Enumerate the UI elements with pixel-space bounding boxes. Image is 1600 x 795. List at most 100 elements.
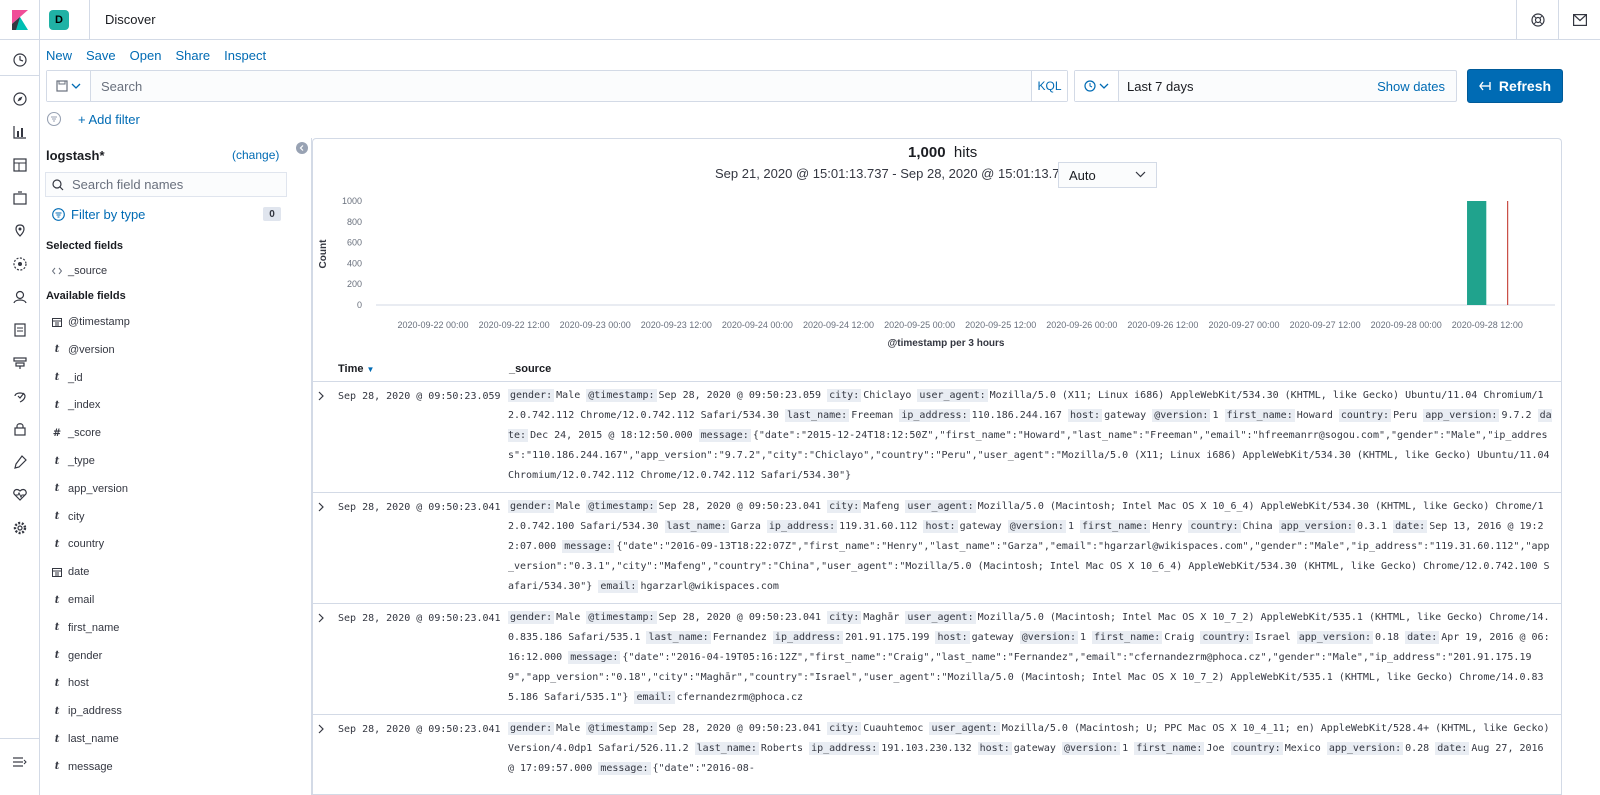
quick-menu-button[interactable] [1075, 71, 1119, 101]
space-selector[interactable]: D [40, 0, 90, 40]
field-name: country [68, 538, 105, 551]
add-filter-link[interactable]: + Add filter [78, 112, 140, 127]
expand-row-icon[interactable] [318, 613, 324, 626]
y-axis-title: Count [318, 239, 329, 269]
row-source: gender: Male @timestamp: Sep 28, 2020 @ 09… [508, 386, 1553, 486]
logs-icon[interactable] [10, 320, 30, 340]
source-field-value: Henry [1152, 521, 1183, 532]
y-tick-label: 800 [347, 217, 362, 227]
monitoring-heart-icon[interactable] [10, 485, 30, 505]
field-item[interactable]: t _index [52, 395, 101, 415]
date-range-label[interactable]: Last 7 days [1119, 79, 1377, 94]
show-dates-link[interactable]: Show dates [1377, 79, 1456, 94]
field-item[interactable]: t _id [52, 368, 83, 388]
expand-row-icon[interactable] [318, 502, 324, 515]
search-input[interactable] [91, 71, 1031, 101]
ml-icon[interactable] [10, 254, 30, 274]
selected-fields-title: Selected fields [46, 240, 124, 252]
management-gear-icon[interactable] [10, 518, 30, 538]
field-item[interactable]: t email [52, 590, 95, 610]
field-item[interactable]: t _type [52, 451, 95, 471]
siem-icon[interactable] [10, 287, 30, 307]
x-tick-label: 2020-09-25 12:00 [965, 320, 1036, 330]
sort-down-icon[interactable]: ▼ [367, 365, 375, 374]
x-tick-label: 2020-09-26 12:00 [1127, 320, 1198, 330]
field-name: last_name [68, 733, 119, 745]
help-icon[interactable] [1516, 0, 1558, 40]
maps-icon[interactable] [10, 221, 30, 241]
x-tick-label: 2020-09-23 00:00 [560, 320, 631, 330]
source-field-value: 110.186.244.167 [971, 410, 1062, 421]
field-item[interactable]: t app_version [52, 479, 128, 499]
field-item[interactable]: t @version [52, 340, 115, 360]
field-item[interactable]: date [52, 562, 89, 582]
string-type-icon: t [54, 733, 60, 745]
uptime-icon[interactable] [10, 386, 30, 406]
infra-icon[interactable] [10, 353, 30, 373]
field-item[interactable]: t gender [52, 646, 103, 666]
field-item[interactable]: t ip_address [52, 701, 122, 721]
source-field-key: ip_address: [809, 742, 880, 755]
menu-new[interactable]: New [46, 48, 72, 66]
filter-options-icon[interactable] [46, 111, 62, 127]
menu-inspect[interactable]: Inspect [224, 48, 266, 66]
interval-select[interactable]: Auto [1058, 162, 1157, 188]
y-tick-label: 200 [347, 279, 362, 289]
table-header [312, 360, 1562, 382]
field-item[interactable]: t first_name [52, 618, 120, 638]
field-item[interactable]: t last_name [52, 729, 119, 749]
filter-by-type-button[interactable]: Filter by type [52, 207, 145, 222]
source-field-key: gender: [508, 611, 555, 624]
mail-icon[interactable] [1558, 0, 1600, 40]
kibana-logo[interactable] [0, 0, 40, 40]
source-field-value: 1 [1122, 743, 1129, 754]
source-field-value: 1 [1067, 521, 1074, 532]
change-index-link[interactable]: (change) [232, 148, 279, 162]
save-disk-icon [56, 80, 68, 92]
source-field-key: ip_address: [899, 409, 970, 422]
y-tick-label: 400 [347, 258, 362, 268]
field-item[interactable]: t message [52, 757, 113, 777]
kql-toggle[interactable]: KQL [1031, 71, 1067, 101]
devtools-icon[interactable] [10, 452, 30, 472]
field-item-source[interactable]: _source [52, 261, 107, 281]
canvas-icon[interactable] [10, 188, 30, 208]
refresh-button[interactable]: Refresh [1467, 69, 1563, 103]
col-time-header[interactable]: Time ▼ [338, 363, 374, 375]
string-type-icon: t [54, 511, 60, 523]
menu-save[interactable]: Save [86, 48, 116, 66]
source-field-value: Craig [1164, 632, 1195, 643]
expand-row-icon[interactable] [318, 391, 324, 404]
field-item[interactable]: t city [52, 507, 85, 527]
saved-query-button[interactable] [47, 71, 91, 101]
source-field-value: 191.103.230.132 [881, 743, 972, 754]
source-field-value: hgarzarl@wikispaces.com [640, 581, 779, 592]
field-item[interactable]: # _score [52, 423, 101, 443]
visualize-icon[interactable] [10, 122, 30, 142]
field-search-input[interactable] [72, 177, 272, 192]
space-avatar[interactable]: D [49, 9, 69, 30]
source-field-key: gender: [508, 722, 555, 735]
time-range-label: Sep 21, 2020 @ 15:01:13.737 - Sep 28, 20… [715, 166, 1091, 181]
discover-compass-icon[interactable] [10, 89, 30, 109]
menu-share[interactable]: Share [175, 48, 210, 66]
field-item[interactable]: t country [52, 534, 104, 554]
source-field-value: Male [556, 723, 581, 734]
security-lock-icon[interactable] [10, 419, 30, 439]
source-field-key: last_name: [646, 631, 711, 644]
string-type-icon: t [54, 650, 60, 662]
string-type-icon: t [54, 705, 60, 717]
dashboard-icon[interactable] [10, 155, 30, 175]
menu-open[interactable]: Open [130, 48, 162, 66]
field-item[interactable]: @timestamp [52, 312, 130, 332]
collapse-sidebar-icon[interactable] [296, 142, 308, 154]
expand-row-icon[interactable] [318, 724, 324, 737]
x-tick-label: 2020-09-24 00:00 [722, 320, 793, 330]
hits-count: 1,000 [908, 144, 946, 161]
field-item[interactable]: t host [52, 673, 89, 693]
source-field-value: Mexico [1284, 743, 1321, 754]
recent-clock-icon[interactable] [10, 50, 30, 70]
collapse-nav-icon[interactable] [10, 752, 30, 772]
field-name: email [68, 594, 95, 606]
source-field-value: Maghār [863, 612, 900, 623]
